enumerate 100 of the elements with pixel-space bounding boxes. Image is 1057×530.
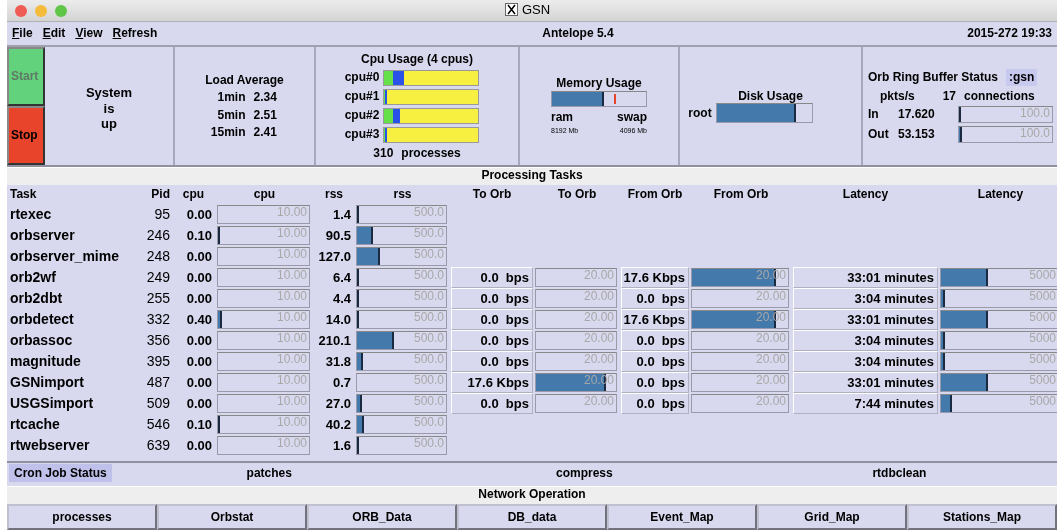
rss-value: 40.2 [324,415,352,434]
column-header: Task [10,186,38,204]
network-button[interactable]: Grid_Map [757,504,907,530]
from-orb-value: 17.6 Kbps [621,267,689,288]
rss-value: 210.1 [317,331,352,350]
section-header: Processing Tasks [7,167,1057,185]
column-header: rss [324,186,344,204]
scale-label: 10.00 [276,332,307,344]
pid-cell-text: 546 [145,415,170,435]
cpu-value: 0.00 [185,289,213,308]
menu-item[interactable]: Edit [42,26,66,41]
task-name: orbserver_mime [10,247,120,267]
scale-label: 5000 [1029,374,1056,386]
orb-direction: Out [868,127,890,142]
section-title: Orb Ring Buffer Status [868,70,998,85]
close-button[interactable] [15,4,27,17]
pid-cell-text: 249 [145,268,170,288]
column-header: Latency [976,186,1025,204]
scale-label: 5000 [1029,395,1056,407]
menu-item[interactable]: File [12,26,33,41]
network-button[interactable]: processes [7,504,157,530]
cpu-label: cpu#3 [344,127,380,142]
load-value: 2.41 [253,124,277,140]
scale-label: 500.0 [413,437,444,449]
column-header: To Orb [556,186,598,204]
pid-cell-text: 395 [145,352,170,372]
to-orb-value: 0.0 bps [451,351,533,372]
from-orb-value: 17.6 Kbps [621,309,689,330]
ram-label: ram [551,109,573,125]
orb-direction: In [868,107,880,122]
task-name: USGSimport [10,394,95,414]
zoom-button[interactable] [55,4,67,17]
to-orb-value: 0.0 bps [451,309,533,330]
column-header: From Orb [626,186,684,204]
pid-cell-text: 332 [145,310,170,330]
task-name: orbdetect [10,310,75,330]
from-orb-value: 0.0 bps [621,351,689,372]
cpu-label: cpu#0 [344,70,380,85]
network-button[interactable]: ORB_Data [307,504,457,530]
task-name: magnitude [10,352,82,372]
scale-label: 500.0 [413,332,444,344]
menu-item[interactable]: Refresh [112,26,158,41]
scale-label: 10.00 [276,248,307,260]
scale-label: 5000 [1029,332,1056,344]
scale-label: 500.0 [413,395,444,407]
pid-cell-text: 95 [153,205,170,225]
network-button[interactable]: Stations_Map [907,504,1057,530]
cpu-label: cpu#2 [344,108,380,123]
scale-label: 20.00 [755,332,786,344]
network-button[interactable]: Orbstat [157,504,307,530]
orb-rate: 53.153 [898,127,936,142]
scale-label: 10.00 [276,416,307,428]
pid-cell-text: 255 [145,289,170,309]
task-name: rtcache [10,415,61,435]
load-value: 2.51 [253,107,277,122]
scale-label: 20.00 [755,290,786,302]
cpu-value: 0.00 [185,331,213,350]
scale-label: 100.0 [1019,106,1050,119]
pid-cell-text: 487 [145,373,170,393]
scale-label: 20.00 [583,290,614,302]
status-text: is [103,100,115,117]
cpu-value: 0.00 [185,205,213,224]
cpu-value: 0.00 [185,268,213,287]
network-button[interactable]: Event_Map [607,504,757,530]
column-header: From Orb [712,186,770,204]
scale-label: 10.00 [276,395,307,407]
scale-label: 500.0 [413,353,444,365]
column-header: rss [392,186,413,204]
scale-label: 500.0 [413,416,444,428]
from-orb-value: 0.0 bps [621,372,689,393]
connections-label: connections [964,88,1035,103]
scale-label: 10.00 [276,269,307,281]
column-header: Latency [841,186,890,204]
latency-value: 3:04 minutes [793,330,938,351]
task-name: orbassoc [10,331,74,351]
latency-value: 33:01 minutes [793,372,938,393]
scale-label: 5000 [1029,269,1056,281]
scale-label: 10.00 [276,290,307,302]
scale-label: 500.0 [413,290,444,302]
x-app-icon [505,3,518,17]
task-name: orb2dbt [10,289,64,309]
version-label: Antelope 5.4 [542,26,614,41]
rss-value: 4.4 [331,289,352,308]
cron-status-label: Cron Job Status [9,463,112,483]
scale-label: 10.00 [276,227,307,239]
status-text: up [101,116,117,132]
to-orb-value: 0.0 bps [451,330,533,351]
from-orb-value: 0.0 bps [621,288,689,309]
cpu-value: 0.00 [185,352,213,371]
minimize-button[interactable] [35,4,47,17]
menu-item[interactable]: View [75,26,103,41]
rss-value: 27.0 [324,394,352,413]
cpu-value: 0.00 [185,394,213,413]
network-button[interactable]: DB_data [457,504,607,530]
pid-cell-text: 246 [145,226,170,246]
process-label: processes [401,145,461,160]
scale-label: 500.0 [413,374,444,386]
rss-value: 1.4 [331,205,352,224]
stop-button[interactable]: Stop [7,106,45,165]
cpu-value: 0.10 [185,226,213,245]
